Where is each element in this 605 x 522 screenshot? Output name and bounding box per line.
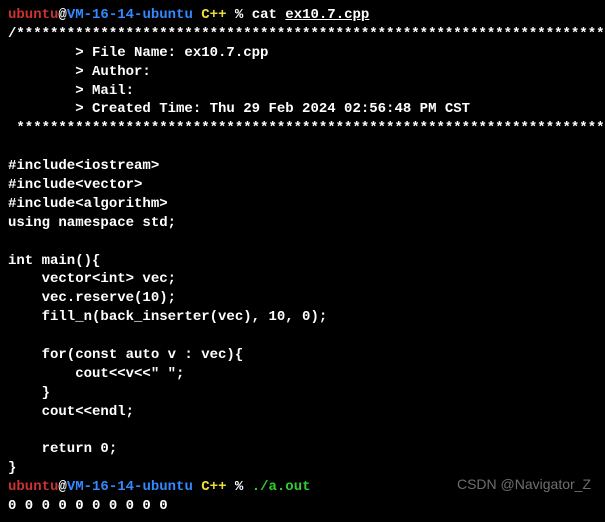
include-vector: #include<vector>: [8, 177, 142, 193]
command-arg-filename: ex10.7.cpp: [285, 7, 369, 23]
line-close-brace: }: [8, 385, 50, 401]
prompt-user: ubuntu: [8, 7, 58, 23]
prompt-line-2: ubuntu@VM-16-14-ubuntu C++ % ./a.out: [8, 479, 311, 495]
header-created-time: > Created Time: Thu 29 Feb 2024 02:56:48…: [8, 101, 470, 117]
prompt-host: VM-16-14-ubuntu: [67, 7, 193, 23]
prompt-host: VM-16-14-ubuntu: [67, 479, 193, 495]
header-file-name: > File Name: ex10.7.cpp: [8, 45, 268, 61]
prompt-user: ubuntu: [8, 479, 58, 495]
header-author: > Author:: [8, 64, 151, 80]
include-algorithm: #include<algorithm>: [8, 196, 168, 212]
watermark-text: CSDN @Navigator_Z: [457, 476, 591, 492]
line-vector-decl: vector<int> vec;: [8, 271, 176, 287]
line-cout-v: cout<<v<<" ";: [8, 366, 184, 382]
program-output: 0 0 0 0 0 0 0 0 0 0: [8, 498, 168, 514]
line-fill-n: fill_n(back_inserter(vec), 10, 0);: [8, 309, 327, 325]
include-iostream: #include<iostream>: [8, 158, 159, 174]
header-mail: > Mail:: [8, 83, 134, 99]
line-reserve: vec.reserve(10);: [8, 290, 176, 306]
line-main-close: }: [8, 460, 16, 476]
line-return: return 0;: [8, 441, 117, 457]
prompt-line-1: ubuntu@VM-16-14-ubuntu C++ % cat ex10.7.…: [8, 7, 369, 23]
prompt-percent: %: [226, 7, 251, 23]
terminal-output[interactable]: ubuntu@VM-16-14-ubuntu C++ % cat ex10.7.…: [0, 0, 605, 522]
using-namespace: using namespace std;: [8, 215, 176, 231]
prompt-dir: C++: [193, 479, 227, 495]
line-for: for(const auto v : vec){: [8, 347, 243, 363]
command-cat: cat: [252, 7, 286, 23]
prompt-at: @: [58, 479, 66, 495]
prompt-percent: %: [226, 479, 251, 495]
command-run: ./a.out: [252, 479, 311, 495]
main-signature: int main(){: [8, 253, 100, 269]
comment-border-top: /***************************************…: [8, 26, 605, 42]
prompt-dir: C++: [193, 7, 227, 23]
comment-border-bottom: ****************************************…: [8, 120, 605, 136]
line-cout-endl: cout<<endl;: [8, 404, 134, 420]
prompt-at: @: [58, 7, 66, 23]
